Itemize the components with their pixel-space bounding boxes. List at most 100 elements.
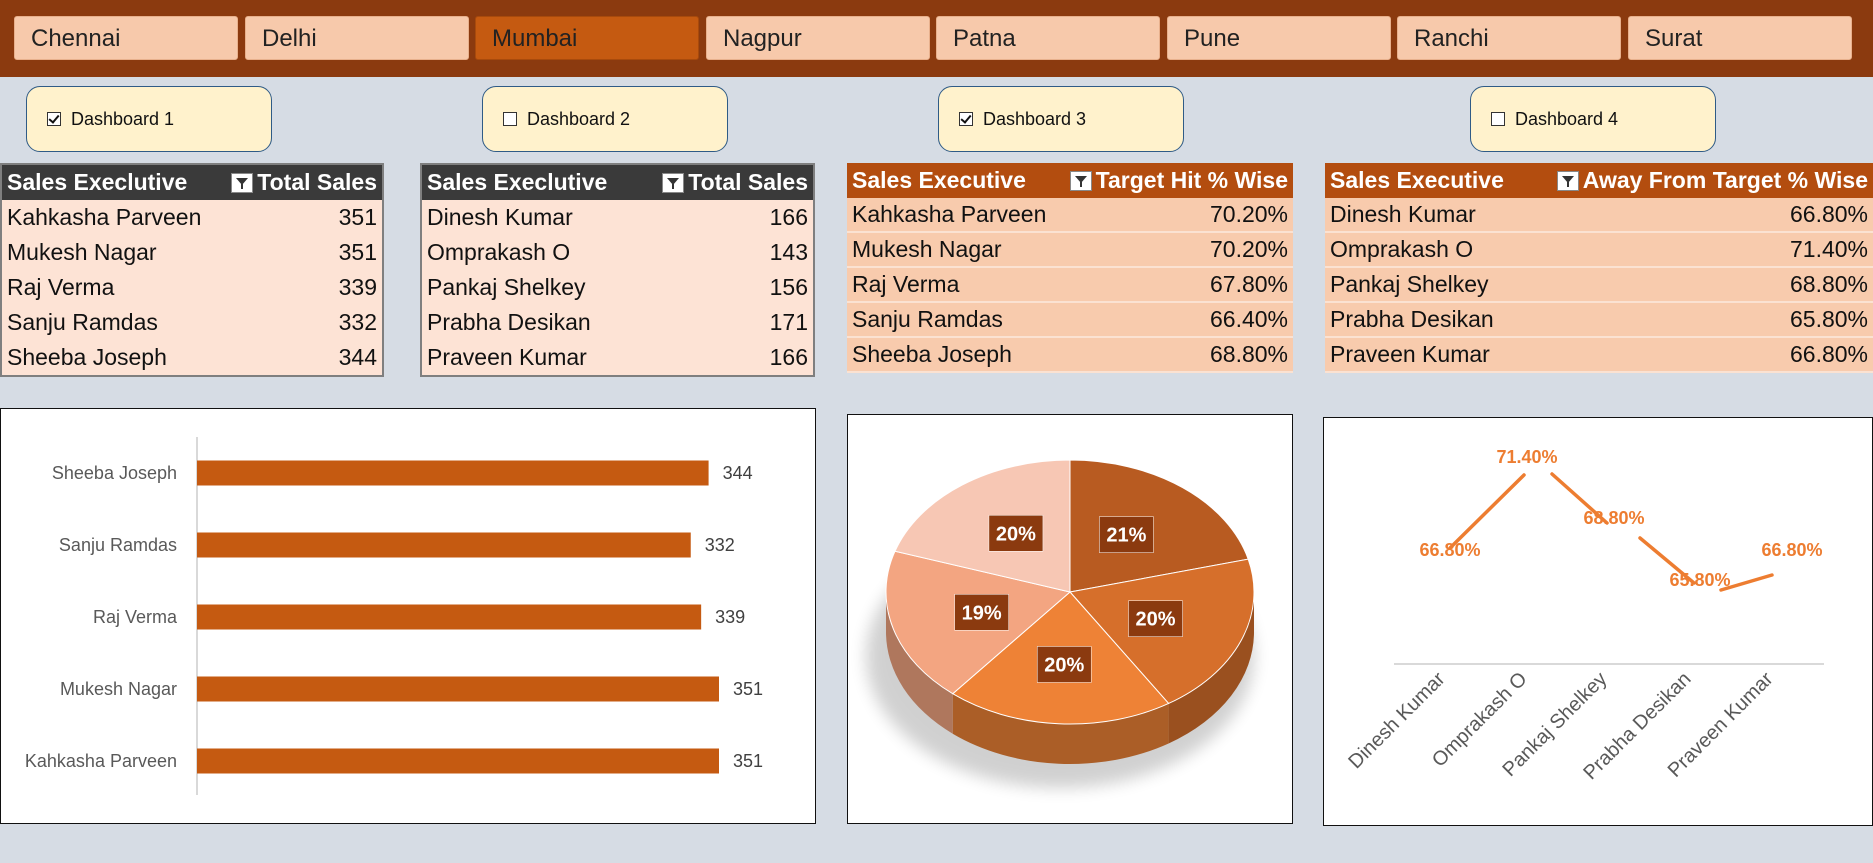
- table-row[interactable]: Raj Verma 339: [2, 270, 382, 305]
- table-header: Sales Executive Away From Target % Wise: [1325, 163, 1873, 198]
- executive-name-cell: Raj Verma: [7, 274, 115, 300]
- table-row[interactable]: Sheeba Joseph 344: [2, 340, 382, 375]
- table-header: Sales Execlutive Total Sales: [422, 165, 813, 200]
- executive-name-cell: Prabha Desikan: [427, 309, 591, 335]
- table-row[interactable]: Sheeba Joseph 68.80%: [847, 338, 1293, 373]
- executive-name-cell: Praveen Kumar: [427, 344, 587, 370]
- table-row[interactable]: Praveen Kumar 166: [422, 340, 813, 375]
- value-cell: 70.20%: [1209, 236, 1288, 262]
- executive-name-cell: Raj Verma: [852, 271, 960, 297]
- bar-chart-panel[interactable]: Sheeba Joseph 344 Sanju Ramdas 332 Raj Verma…: [0, 408, 816, 824]
- slicer-item-nagpur[interactable]: Nagpur: [706, 16, 930, 60]
- pie-data-label: 21%: [1106, 525, 1146, 547]
- executive-name-cell: Omprakash O: [427, 239, 571, 265]
- value-cell: 332: [338, 309, 377, 335]
- slicer-item-delhi[interactable]: Delhi: [245, 16, 469, 60]
- table-row[interactable]: Omprakash O 143: [422, 235, 813, 270]
- dashboard-2-label: Dashboard 2: [527, 108, 631, 129]
- column-header-value: Total Sales: [688, 169, 808, 195]
- dashboard-4-label: Dashboard 4: [1515, 108, 1619, 129]
- bar-data-label: 351: [733, 751, 763, 771]
- executive-name-cell: Sanju Ramdas: [852, 306, 1003, 332]
- table-row[interactable]: Kahkasha Parveen 351: [2, 200, 382, 235]
- slicer-item-ranchi[interactable]: Ranchi: [1397, 16, 1621, 60]
- filter-dropdown-icon[interactable]: [231, 172, 254, 193]
- table-row[interactable]: Omprakash O 71.40%: [1325, 233, 1873, 268]
- table-row[interactable]: Mukesh Nagar 70.20%: [847, 233, 1293, 268]
- executive-name-cell: Pankaj Shelkey: [1330, 271, 1489, 297]
- bar: [197, 604, 702, 630]
- executive-name-cell: Kahkasha Parveen: [852, 201, 1047, 227]
- executive-name-cell: Kahkasha Parveen: [7, 204, 202, 230]
- dashboard-4-toggle[interactable]: Dashboard 4: [1470, 86, 1716, 152]
- dashboard-4-checkbox[interactable]: [1491, 112, 1505, 126]
- slicer-item-chennai[interactable]: Chennai: [14, 16, 238, 60]
- table-row[interactable]: Sanju Ramdas 66.40%: [847, 303, 1293, 338]
- line-data-label: 68.80%: [1583, 508, 1644, 528]
- table-row[interactable]: Kahkasha Parveen 70.20%: [847, 198, 1293, 233]
- table-row[interactable]: Mukesh Nagar 351: [2, 235, 382, 270]
- slicer-item-surat[interactable]: Surat: [1628, 16, 1852, 60]
- line-chart-panel[interactable]: 66.80% 71.40% 68.80% 65.80% 66.80% Dinesh Kum…: [1323, 417, 1873, 826]
- executive-name-cell: Sheeba Joseph: [7, 344, 167, 370]
- table-row[interactable]: Dinesh Kumar 66.80%: [1325, 198, 1873, 233]
- value-cell: 156: [769, 274, 808, 300]
- pivot-table-target-hit: Sales Executive Target Hit % Wise Kahkasha…: [847, 163, 1293, 373]
- table-row[interactable]: Dinesh Kumar 166: [422, 200, 813, 235]
- column-header-value: Target Hit % Wise: [1095, 167, 1288, 193]
- bar-data-label: 332: [705, 535, 735, 555]
- pie-data-label: 20%: [1044, 654, 1084, 676]
- dashboard-2-toggle[interactable]: Dashboard 2: [482, 86, 728, 152]
- table-row[interactable]: Sanju Ramdas 332: [2, 305, 382, 340]
- dashboard-3-label: Dashboard 3: [983, 108, 1087, 129]
- value-cell: 344: [338, 344, 377, 370]
- bar-data-label: 339: [715, 607, 745, 627]
- slicer-item-pune[interactable]: Pune: [1167, 16, 1391, 60]
- pie-chart-panel[interactable]: 21% 20% 20% 19% 20%: [847, 414, 1293, 824]
- column-header-value: Away From Target % Wise: [1582, 167, 1868, 193]
- dashboard-1-checkbox[interactable]: [47, 112, 61, 126]
- bar-data-label: 351: [733, 679, 763, 699]
- column-header-executive: Sales Executive: [852, 167, 1026, 193]
- bar-category-label: Raj Verma: [93, 607, 178, 627]
- table-row[interactable]: Prabha Desikan 171: [422, 305, 813, 340]
- value-cell: 67.80%: [1209, 271, 1288, 297]
- executive-name-cell: Omprakash O: [1330, 236, 1474, 262]
- executive-name-cell: Dinesh Kumar: [427, 204, 573, 230]
- filter-dropdown-icon[interactable]: [1069, 170, 1092, 191]
- bar: [197, 460, 709, 486]
- value-cell: 351: [338, 204, 377, 230]
- value-cell: 339: [338, 274, 377, 300]
- table-header: Sales Execlutive Total Sales: [2, 165, 382, 200]
- bar-chart: Sheeba Joseph 344 Sanju Ramdas 332 Raj Verma…: [25, 437, 763, 795]
- dashboard-3-checkbox[interactable]: [959, 112, 973, 126]
- table-row[interactable]: Pankaj Shelkey 156: [422, 270, 813, 305]
- value-cell: 351: [338, 239, 377, 265]
- dashboard-3-toggle[interactable]: Dashboard 3: [938, 86, 1184, 152]
- dashboard-1-toggle[interactable]: Dashboard 1: [26, 86, 272, 152]
- table-row[interactable]: Praveen Kumar 66.80%: [1325, 338, 1873, 373]
- filter-dropdown-icon[interactable]: [1556, 170, 1579, 191]
- bar-category-label: Kahkasha Parveen: [25, 751, 177, 771]
- table-row[interactable]: Raj Verma 67.80%: [847, 268, 1293, 303]
- table-row[interactable]: Pankaj Shelkey 68.80%: [1325, 268, 1873, 303]
- pie-data-label: 20%: [1136, 609, 1176, 631]
- city-slicer: Chennai Delhi Mumbai Nagpur Patna Pune Ranchi S…: [0, 0, 1873, 77]
- pie-data-label: 20%: [996, 523, 1036, 545]
- executive-name-cell: Mukesh Nagar: [7, 239, 157, 265]
- value-cell: 65.80%: [1789, 306, 1868, 332]
- value-cell: 166: [769, 344, 808, 370]
- column-header-value: Total Sales: [257, 169, 377, 195]
- bar-category-label: Mukesh Nagar: [60, 679, 177, 699]
- column-header-executive: Sales Execlutive: [427, 169, 608, 195]
- pivot-table-total-sales-1: Sales Execlutive Total Sales Kahkasha Parv…: [0, 163, 384, 377]
- column-header-executive: Sales Execlutive: [7, 169, 188, 195]
- dashboard-2-checkbox[interactable]: [503, 112, 517, 126]
- bar: [197, 676, 719, 702]
- executive-name-cell: Sheeba Joseph: [852, 341, 1012, 367]
- filter-dropdown-icon[interactable]: [662, 172, 685, 193]
- slicer-item-mumbai[interactable]: Mumbai: [475, 16, 699, 60]
- slicer-item-patna[interactable]: Patna: [936, 16, 1160, 60]
- table-row[interactable]: Prabha Desikan 65.80%: [1325, 303, 1873, 338]
- value-cell: 166: [769, 204, 808, 230]
